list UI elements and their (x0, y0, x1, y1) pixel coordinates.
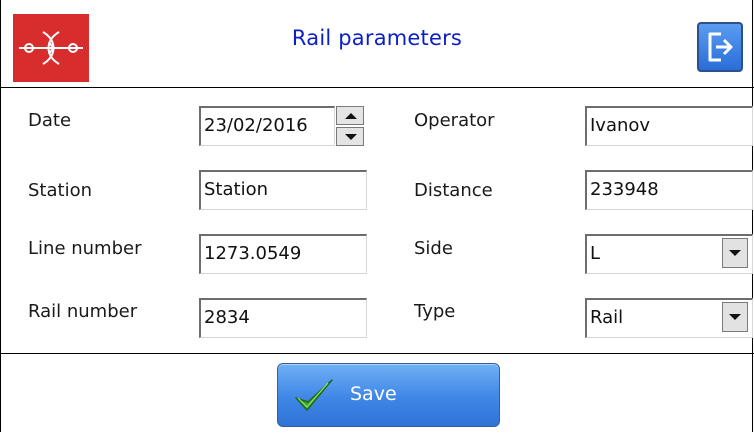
rail-number-label: Rail number (28, 301, 138, 322)
type-dropdown-button[interactable] (722, 302, 748, 332)
distance-label: Distance (414, 180, 493, 201)
type-label: Type (414, 301, 456, 322)
exit-button[interactable] (697, 22, 743, 72)
save-button-label: Save (350, 383, 397, 405)
date-field[interactable]: 23/02/2016 (199, 106, 335, 146)
date-decrement-button[interactable] (336, 127, 364, 146)
date-label: Date (28, 110, 72, 131)
type-select-value: Rail (590, 307, 624, 328)
side-select-value: L (590, 243, 601, 264)
side-dropdown-button[interactable] (722, 238, 748, 268)
line-number-field[interactable]: 1273.0549 (199, 234, 367, 274)
line-number-label: Line number (28, 238, 142, 259)
operator-field[interactable]: Ivanov (585, 106, 753, 146)
chevron-down-icon (729, 314, 741, 320)
rail-number-field[interactable]: 2834 (199, 298, 367, 338)
header-bar: Rail parameters (0, 0, 754, 88)
arrow-down-icon (345, 134, 357, 140)
checkmark-icon (295, 379, 333, 411)
save-button[interactable]: Save (277, 363, 500, 427)
date-spinner[interactable] (336, 106, 364, 146)
side-label: Side (414, 238, 453, 259)
station-field[interactable]: Station (199, 170, 367, 210)
chevron-down-icon (729, 250, 741, 256)
operator-label: Operator (414, 110, 495, 131)
page-title: Rail parameters (291, 26, 463, 50)
arrow-up-icon (345, 113, 357, 119)
date-increment-button[interactable] (336, 106, 364, 125)
station-label: Station (28, 180, 92, 201)
distance-field[interactable]: 233948 (585, 170, 753, 210)
exit-icon (708, 32, 733, 62)
